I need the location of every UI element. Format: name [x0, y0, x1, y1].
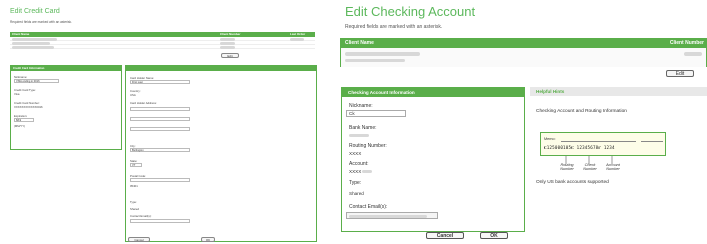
blurred-client-address [345, 59, 405, 62]
account-label: Account: [349, 161, 369, 167]
edit-button[interactable]: Edit [666, 70, 694, 77]
address-line-3[interactable] [130, 127, 190, 131]
signature-line [641, 141, 663, 142]
routing-value: XXXX [349, 151, 362, 156]
postal-value: 05401 [130, 184, 138, 188]
nickname-input[interactable]: VISA ending in 0016 [14, 79, 59, 83]
memo-label: Memo: [544, 137, 556, 141]
micr-line: ⑆125000105⑆ 12345678⑈ 1234 [544, 145, 615, 150]
account-caption: Account Number [606, 163, 620, 171]
address-line-1[interactable] [130, 107, 190, 111]
blurred-client-name [345, 52, 420, 56]
panel-header: Credit Card Information [11, 66, 121, 71]
col-client-name: Client Name [345, 40, 374, 46]
type-label: Type: [349, 180, 362, 186]
bank-name-label: Bank Name: [349, 125, 377, 131]
panel-header: Checking Account Information [342, 88, 524, 97]
blurred-client-number [684, 52, 702, 56]
help-subtitle: Checking Account and Routing Information [536, 109, 627, 114]
client-table: Client Name Client Number [340, 38, 707, 67]
type-label: Type: [130, 200, 137, 204]
expiration-input[interactable]: 8/19 [14, 118, 34, 122]
country-select[interactable]: USA [130, 93, 136, 97]
credit-card-info-panel: Credit Card Information Nickname: VISA e… [10, 65, 122, 150]
required-note: Required fields are marked with an aster… [345, 24, 443, 30]
email-input[interactable] [346, 212, 438, 219]
panel-header-bar [126, 66, 316, 71]
state-select[interactable]: VT [130, 163, 142, 167]
address-line-2[interactable] [130, 117, 190, 121]
postal-input[interactable] [130, 178, 190, 182]
check-caption: Check Number [583, 163, 597, 171]
col-client-number: Client Number [669, 40, 704, 46]
helpful-hints-panel: Helpful Hints Checking Account and Routi… [530, 87, 707, 187]
us-only-note: Only US bank accounts supported [536, 180, 609, 185]
blurred-bank-name [349, 134, 369, 137]
memo-line [561, 141, 636, 142]
blurred-email [349, 214, 427, 218]
checking-info-panel: Checking Account Information Nickname: C… [341, 87, 525, 232]
nickname-input[interactable]: Ck [346, 110, 406, 117]
email-input[interactable] [130, 219, 190, 223]
client-table: Client Name Client Number Last Order [10, 32, 315, 49]
card-holder-panel: Card Holder Name: First Last Country: US… [125, 65, 317, 242]
edit-button[interactable]: Edit [221, 53, 239, 58]
cancel-button[interactable]: Cancel [128, 237, 150, 242]
account-value: XXXX [349, 169, 362, 174]
expiration-format: (MM/YY) [14, 124, 26, 128]
blurred-client-name [12, 46, 54, 49]
help-header: Helpful Hints [530, 87, 707, 96]
blurred-client-number [220, 46, 235, 49]
routing-label: Routing Number: [349, 143, 387, 149]
card-type-value: Visa [14, 92, 20, 96]
holder-name-input[interactable]: First Last [130, 80, 190, 84]
nickname-label: Nickname: [349, 103, 373, 109]
client-table-header: Client Name Client Number [341, 39, 706, 48]
email-label: Contact Email(s): [349, 204, 388, 210]
blurred-account-digits [362, 170, 372, 173]
page-title: Edit Checking Account [345, 4, 476, 19]
required-note: Required fields are marked with an aster… [10, 20, 73, 24]
city-input[interactable]: Burlington [130, 148, 190, 152]
card-number-value: XXXXXXXXXXXX0016 [14, 105, 43, 109]
table-row[interactable] [10, 45, 315, 49]
type-value: Shared [349, 191, 364, 196]
page-title: Edit Credit Card [10, 8, 60, 15]
address-label: Card Holder Address: [130, 101, 157, 105]
credit-card-form: Edit Credit Card Required fields are mar… [0, 0, 318, 244]
ok-button[interactable]: OK [201, 237, 215, 242]
type-value: Shared [130, 207, 140, 211]
cancel-button[interactable]: Cancel [426, 232, 464, 239]
ok-button[interactable]: OK [480, 232, 508, 239]
routing-caption: Routing Number [560, 163, 574, 171]
table-row[interactable] [341, 48, 706, 67]
check-diagram: Memo: ⑆125000105⑆ 12345678⑈ 1234 [540, 132, 666, 156]
email-label: Contact Email(s): [130, 214, 152, 218]
checking-account-form: Edit Checking Account Required fields ar… [333, 0, 707, 244]
